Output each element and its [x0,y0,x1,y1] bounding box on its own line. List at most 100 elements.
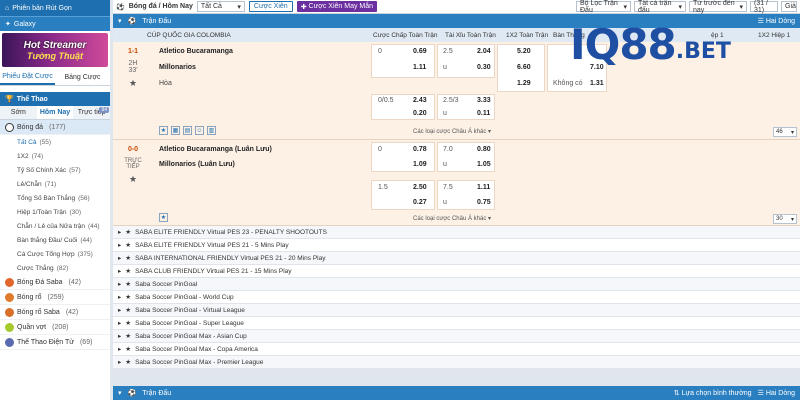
league-row[interactable]: ▸ ★ Saba Soccer PinGoal Max - Copa America [113,343,800,356]
favorite-star-icon[interactable]: ★ [113,78,153,89]
odds-button[interactable]: 1.31 [590,80,604,87]
odds-button[interactable]: 1.11 [413,64,426,71]
bet-type-item[interactable]: Lẻ/Chẵn (71) [0,177,110,191]
table-icon[interactable]: ▤ [183,126,192,135]
chevron-right-icon: ▸ [118,307,122,314]
stats-icon[interactable]: ▦ [171,126,180,135]
odds-button[interactable]: 2.43 [413,97,427,104]
odds-button[interactable]: 0.75 [477,199,491,206]
col-h1: ệp 1 [711,31,724,39]
favorite-star-icon[interactable]: ★ [125,345,131,353]
odds-button[interactable]: 1.29 [517,80,531,87]
bet-type-item[interactable]: 1X2 (74) [0,149,110,163]
view-mode-select[interactable]: ☰ Hai Dòng [758,17,795,25]
sidebar-item-sport[interactable]: Thể Thao Điện Tử (69) [0,335,110,350]
odds-button[interactable]: 0.27 [413,199,427,206]
more-asian-bets-link[interactable]: Các loại cược Châu Á khác ▾ [413,128,491,135]
chevron-down-icon: ▾ [739,3,743,11]
league-row[interactable]: ▸ ★ Saba Soccer PinGoal Max - Asian Cup [113,330,800,343]
odds-button[interactable]: 6.60 [517,64,531,71]
odds-button[interactable]: 1.11 [477,184,490,191]
odds-button[interactable]: 0.69 [413,48,427,55]
odds-button[interactable]: 5.20 [517,48,531,55]
favorite-star-icon[interactable]: ★ [125,267,131,275]
bet-type-item[interactable]: Tỷ Số Chính Xác (57) [0,163,110,177]
favorite-star-icon[interactable]: ★ [125,319,131,327]
odds-button[interactable]: 2.04 [477,48,491,55]
star-icon[interactable]: ★ [159,213,168,222]
odds-button[interactable]: 2.50 [413,184,427,191]
tab-live[interactable]: Trực tiếp 94 [73,106,110,119]
league-row[interactable]: ▸ ★ Saba Soccer PinGoal - World Cup [113,291,800,304]
favorite-star-icon[interactable]: ★ [125,293,131,301]
chart-icon[interactable]: ▥ [207,126,216,135]
favorite-star-icon[interactable]: ★ [125,358,131,366]
odds-button[interactable]: 7.10 [590,64,604,71]
favorite-star-icon[interactable]: ★ [125,332,131,340]
col-1x2: 1X2 Toàn Trận [506,31,549,39]
league-row[interactable]: ▸ ★ SABA ELITE FRIENDLY Virtual PES 21 - 5… [113,239,800,252]
league-filter-select[interactable]: Bộ Lọc Trận Đấu ▾ [576,0,631,14]
bet-type-item[interactable]: Hiệp 1/Toàn Trận (30) [0,205,110,219]
star-icon[interactable]: ★ [159,126,168,135]
all-matches-select[interactable]: Tất cả trận đấu ▾ [634,0,686,14]
league-row[interactable]: ▸ ★ Saba Soccer PinGoal - Virtual League [113,304,800,317]
chevron-right-icon: ▸ [118,320,122,327]
bet-type-item[interactable]: Tổng Số Bàn Thắng (56) [0,191,110,205]
matches-section-header[interactable]: ▾ ⚽ Trận Đấu ☰ Hai Dòng [113,14,800,28]
bet-type-item[interactable]: Chẵn / Lẻ của Nửa trận (44) [0,219,110,233]
league-row[interactable]: ▸ ★ Saba Soccer PinGoal - Super League [113,317,800,330]
favorite-star-icon[interactable]: ★ [125,306,131,314]
odds-button[interactable]: 0.78 [413,146,427,153]
bet-type-item[interactable]: Cược Thắng (82) [0,261,110,275]
favorite-star-icon[interactable]: ★ [125,254,131,262]
more-asian-bets-link[interactable]: Các loại cược Châu Á khác ▾ [413,215,491,222]
sort-select[interactable]: ⇅ Lựa chọn bình thường [674,389,752,397]
chevron-right-icon: ▸ [118,242,122,249]
time-range-select[interactable]: Từ trước đến nay ▾ [689,0,747,14]
tab-betslip[interactable]: Phiếu Đặt Cược [0,70,55,85]
favorite-star-icon[interactable]: ★ [125,280,131,288]
bet-type-item[interactable]: Bàn thắng Đầu/ Cuối (44) [0,233,110,247]
favorite-star-icon[interactable]: ★ [125,241,131,249]
col-handicap: Cược Chấp Toàn Trận [373,31,438,39]
league-row[interactable]: ▸ ★ SABA INTERNATIONAL FRIENDLY Virtual PE… [113,252,800,265]
sidebar-item-football[interactable]: Bóng đá (177) [0,120,110,135]
tab-today[interactable]: Hôm Nay [36,106,74,119]
league-row[interactable]: ▸ ★ SABA ELITE FRIENDLY Virtual PES 23 - P… [113,226,800,239]
league-row[interactable]: ▸ ★ SABA CLUB FRIENDLY Virtual PES 21 - 15… [113,265,800,278]
matches-section-footer-header[interactable]: ▾ ⚽ Trận Đấu ⇅ Lựa chọn bình thường ☰ Ha… [113,386,800,400]
galaxy-link[interactable]: ✦ Galaxy [0,16,110,31]
odds-button[interactable]: 0.11 [477,110,490,117]
more-bets-count[interactable]: 46 ▾ [773,127,797,137]
more-bets-count[interactable]: 30 ▾ [773,214,797,224]
market-filter-select[interactable]: Tất Cả ▾ [196,1,245,12]
favorite-star-icon[interactable]: ★ [113,174,153,185]
sidebar-item-sport[interactable]: Bóng Đá Saba (42) [0,275,110,290]
bet-type-item[interactable]: Tất Cả (55) [0,135,110,149]
sidebar-item-sport[interactable]: Bóng rổ (259) [0,290,110,305]
combo-button[interactable]: Cược Xiên [248,1,293,12]
bet-type-item[interactable]: Cá Cược Tổng Hợp (375) [0,247,110,261]
face-icon[interactable]: ☺ [195,126,204,135]
sidebar-item-sport[interactable]: Bóng rổ Saba (42) [0,305,110,320]
league-row[interactable]: ▸ ★ Saba Soccer PinGoal [113,278,800,291]
lucky-combo-button[interactable]: ✚ Cược Xiên May Mắn [296,1,378,12]
chevron-down-icon: ▾ [790,129,794,136]
odds-button[interactable]: 0.30 [477,64,491,71]
odds-button[interactable]: 1.09 [413,161,427,168]
odds-type-select[interactable]: Giả [781,1,797,12]
tab-board[interactable]: Bảng Cược [55,70,110,85]
compact-version-link[interactable]: ⌂ Phiên bản Rút Gọn [0,0,110,16]
odds-button[interactable]: 1.05 [477,161,491,168]
view-mode-select[interactable]: ☰ Hai Dòng [758,389,795,397]
league-row[interactable]: ▸ ★ Saba Soccer PinGoal Max - Premier Leag… [113,356,800,369]
promo-banner[interactable]: Hot Streamer Tường Thuật [2,33,108,67]
tab-early[interactable]: Sớm [0,106,37,119]
odds-button[interactable]: 0.20 [413,110,427,117]
col-league: CÚP QUỐC GIA COLOMBIA [147,31,231,39]
odds-button[interactable]: 3.33 [477,97,491,104]
sidebar-item-sport[interactable]: Quần vợt (208) [0,320,110,335]
odds-button[interactable]: 0.80 [477,146,491,153]
favorite-star-icon[interactable]: ★ [125,228,131,236]
